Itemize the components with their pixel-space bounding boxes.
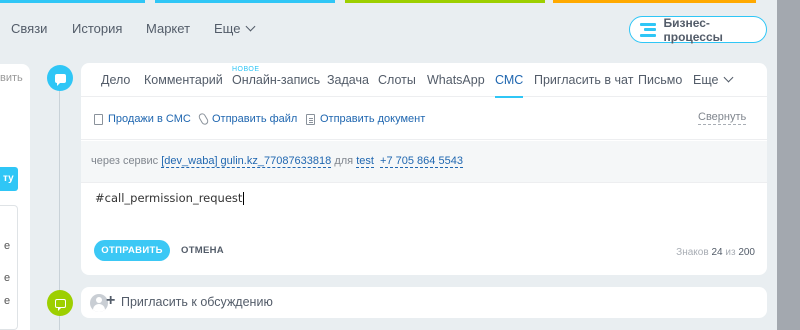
tab-task[interactable]: Задача <box>327 73 369 87</box>
tab-email[interactable]: Письмо <box>638 73 682 87</box>
phone-select[interactable]: +7 705 864 5543 <box>380 155 463 168</box>
tab-deal[interactable]: Дело <box>101 73 130 87</box>
char-counter: Знаков 24 из 200 <box>676 247 755 258</box>
bag-icon <box>94 113 103 125</box>
send-file-button[interactable]: Отправить файл <box>197 112 298 126</box>
tab-whatsapp[interactable]: WhatsApp <box>427 73 485 87</box>
left-panel-text: вить <box>0 72 23 84</box>
message-input[interactable]: #call_permission_request <box>95 191 245 205</box>
service-for-label: для <box>334 155 354 167</box>
new-badge: НОВОЕ <box>232 66 260 73</box>
tab-invite-chat[interactable]: Пригласить в чат <box>534 73 633 87</box>
left-panel-card <box>0 205 18 330</box>
text-caret <box>243 192 245 205</box>
service-info: через сервис [dev_waba] gulin.kz_7708763… <box>91 155 463 168</box>
tab-history[interactable]: История <box>72 21 122 36</box>
business-processes-label: Бизнес-процессы <box>663 15 723 44</box>
counter-current: 24 <box>711 247 723 258</box>
bp-icon <box>640 22 656 37</box>
stage-strip-3 <box>345 0 545 3</box>
plus-icon: + <box>106 292 116 309</box>
send-file-label: Отправить файл <box>212 113 298 125</box>
tab-more[interactable]: Еще <box>214 21 256 36</box>
left-panel-button[interactable]: ту <box>0 167 18 191</box>
cancel-button[interactable]: ОТМЕНА <box>181 245 224 256</box>
paperclip-icon <box>197 112 210 126</box>
counter-label: Знаков <box>676 247 709 258</box>
stage-strip-1 <box>0 0 145 3</box>
message-icon <box>47 65 73 91</box>
send-button[interactable]: ОТПРАВИТЬ <box>94 240 170 261</box>
activity-editor: НОВОЕ Дело Комментарий Онлайн-запись Зад… <box>81 63 767 275</box>
activity-tabs: НОВОЕ Дело Комментарий Онлайн-запись Зад… <box>81 63 767 98</box>
sales-sms-label: Продажи в СМС <box>108 113 191 125</box>
service-provider-select[interactable]: [dev_waba] gulin.kz_77087633818 <box>161 155 332 168</box>
left-card-text-1: е <box>4 240 11 252</box>
stage-strip-4 <box>553 0 756 3</box>
recipient-select[interactable]: test <box>356 155 374 168</box>
business-processes-button[interactable]: Бизнес-процессы <box>629 15 767 44</box>
counter-max: 200 <box>738 247 755 258</box>
tab-more-activities-label: Еще <box>693 73 719 87</box>
right-overlay <box>777 0 800 330</box>
divider <box>81 139 767 140</box>
chevron-down-icon <box>723 72 734 83</box>
counter-separator: из <box>725 247 736 258</box>
left-card-text-3: е <box>4 295 11 307</box>
invite-label: Пригласить к обсуждению <box>121 295 273 309</box>
send-document-label: Отправить документ <box>320 113 426 125</box>
send-document-button[interactable]: Отправить документ <box>306 113 425 125</box>
tab-sms[interactable]: СМС <box>495 73 524 98</box>
chevron-down-icon <box>246 21 256 32</box>
tab-comment[interactable]: Комментарий <box>144 73 223 87</box>
tab-market[interactable]: Маркет <box>146 21 190 36</box>
sales-sms-button[interactable]: Продажи в СМС <box>94 113 191 125</box>
chat-icon <box>47 290 73 316</box>
tab-online-booking[interactable]: Онлайн-запись <box>232 73 320 87</box>
tab-more-activities[interactable]: Еще <box>693 72 734 87</box>
collapse-link[interactable]: Свернуть <box>698 110 747 125</box>
service-prefix: через сервис <box>91 155 159 167</box>
stage-strip-2 <box>155 0 335 3</box>
tab-slots[interactable]: Слоты <box>378 73 416 87</box>
tab-links[interactable]: Связи <box>11 21 47 36</box>
message-text: #call_permission_request <box>95 191 243 205</box>
invite-discussion[interactable]: + Пригласить к обсуждению <box>81 287 767 318</box>
tab-more-label: Еще <box>214 21 241 36</box>
document-icon <box>306 113 315 125</box>
service-row: через сервис [dev_waba] gulin.kz_7708763… <box>81 141 767 183</box>
left-card-text-2: е <box>4 272 11 284</box>
